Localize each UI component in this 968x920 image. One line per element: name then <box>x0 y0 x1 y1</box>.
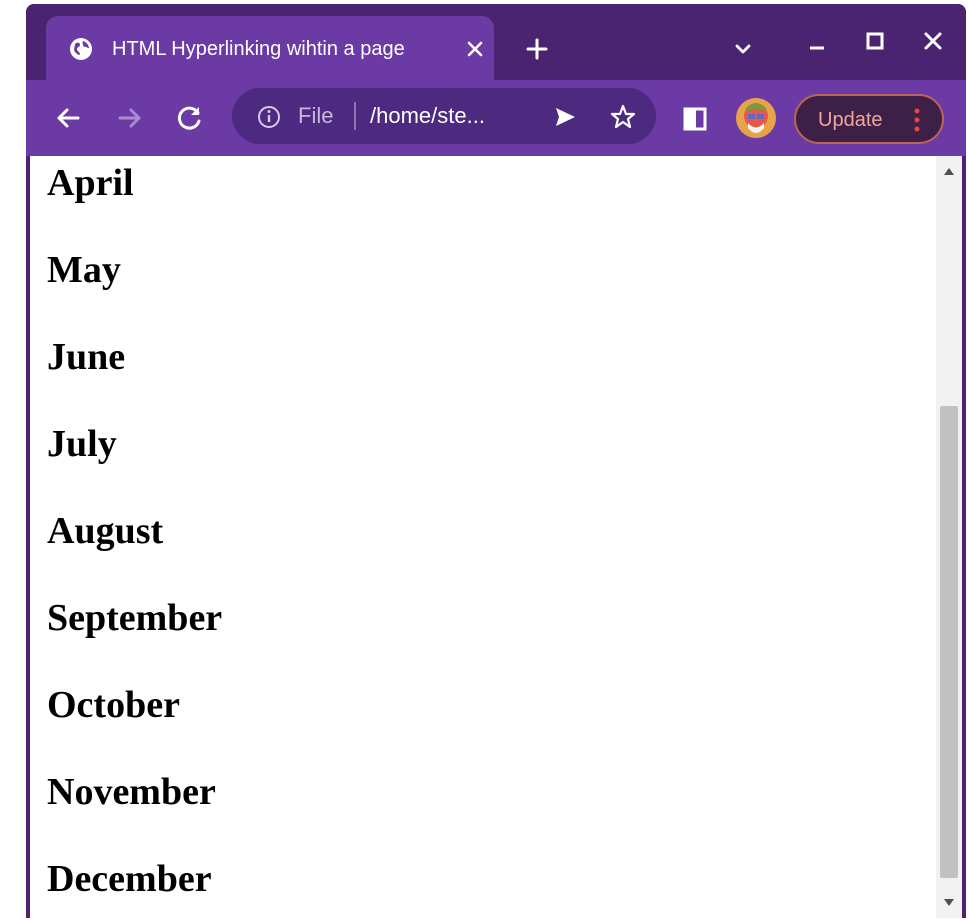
heading-june: June <box>47 336 126 378</box>
close-icon[interactable] <box>918 26 948 56</box>
url-separator <box>354 102 356 130</box>
address-bar[interactable]: File /home/ste... <box>232 88 656 144</box>
toolbar: File /home/ste... Update <box>26 80 966 156</box>
vertical-scrollbar[interactable] <box>936 156 962 918</box>
heading-july: July <box>47 423 117 465</box>
heading-april: April <box>47 162 134 204</box>
url-text[interactable]: /home/ste... <box>370 100 485 132</box>
active-tab[interactable]: HTML Hyperlinking wihtin a page <box>46 16 494 80</box>
close-icon[interactable] <box>460 34 490 64</box>
minimize-icon[interactable] <box>802 26 832 56</box>
heading-october: October <box>47 684 180 726</box>
chevron-down-icon[interactable] <box>728 34 758 64</box>
scroll-down-arrow-icon[interactable] <box>943 898 955 908</box>
reload-icon[interactable] <box>172 100 208 136</box>
url-scheme-label: File <box>298 103 334 128</box>
heading-may: May <box>47 249 121 291</box>
heading-november: November <box>47 771 216 813</box>
update-button[interactable]: Update <box>794 94 944 144</box>
scroll-up-arrow-icon[interactable] <box>943 166 955 176</box>
page-content: April May June July August September Oct… <box>30 156 962 918</box>
scrollbar-thumb[interactable] <box>940 406 958 878</box>
info-icon[interactable] <box>256 104 282 130</box>
browser-window: HTML Hyperlinking wihtin a page File /ho… <box>26 4 966 918</box>
globe-icon <box>70 38 92 60</box>
heading-august: August <box>47 510 164 552</box>
heading-september: September <box>47 597 223 639</box>
tab-strip: HTML Hyperlinking wihtin a page <box>26 4 966 80</box>
heading-december: December <box>47 858 212 900</box>
tab-title: HTML Hyperlinking wihtin a page <box>112 38 405 60</box>
star-icon[interactable] <box>608 102 638 132</box>
maximize-icon[interactable] <box>860 26 890 56</box>
arrow-right-icon[interactable] <box>112 100 148 136</box>
send-icon[interactable] <box>550 102 580 132</box>
avatar[interactable] <box>736 98 776 138</box>
arrow-left-icon[interactable] <box>50 100 86 136</box>
update-label: Update <box>818 109 883 131</box>
side-panel-icon[interactable] <box>682 106 708 132</box>
kebab-menu-icon[interactable] <box>912 106 922 134</box>
plus-icon[interactable] <box>522 34 552 64</box>
